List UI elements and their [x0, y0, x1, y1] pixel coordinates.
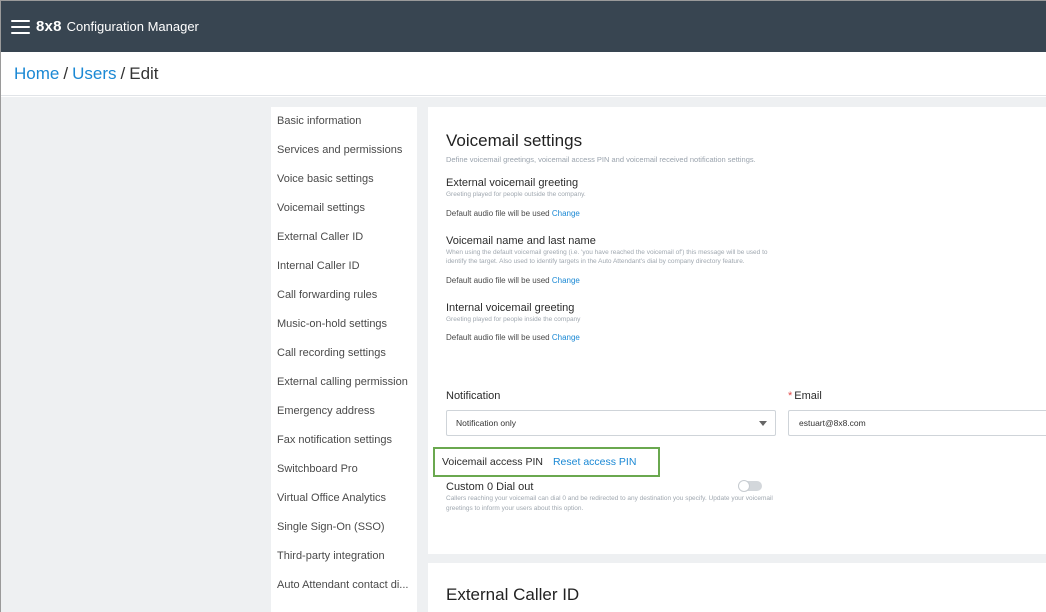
nav-item-voicemail-settings[interactable]: Voicemail settings — [271, 201, 417, 230]
required-marker: * — [788, 390, 793, 402]
email-label-text: Email — [794, 390, 822, 402]
name-greeting-desc: When using the default voicemail greetin… — [446, 248, 768, 266]
change-external-greeting-link[interactable]: Change — [552, 209, 580, 218]
breadcrumb-users[interactable]: Users — [72, 64, 116, 84]
notification-selected-value: Notification only — [456, 418, 517, 428]
internal-greeting-desc: Greeting played for people inside the co… — [446, 315, 581, 323]
notification-select[interactable]: Notification only — [446, 410, 776, 436]
name-greeting-title: Voicemail name and last name — [446, 234, 596, 247]
toggle-knob — [738, 480, 750, 492]
dial-out-desc: Callers reaching your voicemail can dial… — [446, 495, 773, 512]
breadcrumb-home[interactable]: Home — [14, 64, 59, 84]
nav-item-services-permissions[interactable]: Services and permissions — [271, 143, 417, 172]
dial-out-toggle[interactable] — [738, 480, 762, 492]
nav-item-voice-basic-settings[interactable]: Voice basic settings — [271, 172, 417, 201]
internal-greeting-audio: Default audio file will be used Change — [446, 333, 1046, 342]
nav-item-call-recording[interactable]: Call recording settings — [271, 346, 417, 375]
change-name-greeting-link[interactable]: Change — [552, 276, 580, 285]
chevron-down-icon — [759, 421, 767, 426]
audio-status-text: Default audio file will be used — [446, 208, 550, 218]
nav-item-external-calling[interactable]: External calling permission — [271, 375, 417, 404]
app-window: 8x8 Configuration Manager Home / Users /… — [0, 0, 1046, 612]
email-label: * Email — [788, 390, 822, 402]
section-subtitle: Define voicemail greetings, voicemail ac… — [446, 155, 756, 164]
brand-logo: 8x8 — [36, 18, 62, 35]
breadcrumb-separator: / — [120, 63, 126, 83]
nav-item-call-forwarding[interactable]: Call forwarding rules — [271, 288, 417, 317]
nav-item-basic-information[interactable]: Basic information — [271, 114, 417, 143]
breadcrumb-current: Edit — [129, 63, 159, 83]
nav-item-fax-notification[interactable]: Fax notification settings — [271, 433, 417, 462]
voicemail-pin-label: Voicemail access PIN — [442, 456, 543, 468]
notification-label: Notification — [446, 390, 501, 402]
nav-item-switchboard-pro[interactable]: Switchboard Pro — [271, 462, 417, 491]
nav-item-internal-caller-id[interactable]: Internal Caller ID — [271, 259, 417, 288]
menu-icon[interactable] — [11, 19, 30, 34]
external-greeting-audio: Default audio file will be used Change — [446, 209, 1046, 218]
nav-item-emergency-address[interactable]: Emergency address — [271, 404, 417, 433]
nav-item-music-on-hold[interactable]: Music-on-hold settings — [271, 317, 417, 346]
settings-nav: Basic information Services and permissio… — [271, 107, 417, 612]
app-title: Configuration Manager — [66, 19, 199, 34]
nav-item-external-caller-id[interactable]: External Caller ID — [271, 230, 417, 259]
content-area: Basic information Services and permissio… — [1, 97, 1046, 612]
internal-greeting-title: Internal voicemail greeting — [446, 301, 575, 314]
voicemail-pin-row: Voicemail access PIN Reset access PIN — [433, 447, 660, 477]
external-caller-id-panel: External Caller ID — [428, 563, 1046, 612]
nav-item-virtual-office-analytics[interactable]: Virtual Office Analytics — [271, 491, 417, 520]
audio-status-text: Default audio file will be used — [446, 275, 550, 285]
voicemail-settings-panel: Voicemail settings Define voicemail gree… — [428, 107, 1046, 554]
breadcrumb-separator: / — [63, 63, 69, 83]
reset-pin-link[interactable]: Reset access PIN — [553, 456, 636, 468]
top-bar: 8x8 Configuration Manager — [1, 1, 1046, 52]
dial-out-title: Custom 0 Dial out — [446, 481, 534, 493]
breadcrumb: Home / Users / Edit — [1, 52, 1046, 96]
change-internal-greeting-link[interactable]: Change — [552, 333, 580, 342]
external-greeting-title: External voicemail greeting — [446, 177, 579, 189]
email-input[interactable] — [788, 410, 1046, 436]
external-greeting-desc: Greeting played for people outside the c… — [446, 191, 586, 198]
section-title: Voicemail settings — [446, 131, 583, 150]
nav-item-third-party-integration[interactable]: Third-party integration — [271, 549, 417, 578]
name-greeting-audio: Default audio file will be used Change — [446, 276, 1046, 285]
nav-item-sso[interactable]: Single Sign-On (SSO) — [271, 520, 417, 549]
audio-status-text: Default audio file will be used — [446, 333, 550, 342]
nav-item-auto-attendant-contact[interactable]: Auto Attendant contact di... — [271, 578, 417, 607]
section-title: External Caller ID — [446, 585, 580, 604]
